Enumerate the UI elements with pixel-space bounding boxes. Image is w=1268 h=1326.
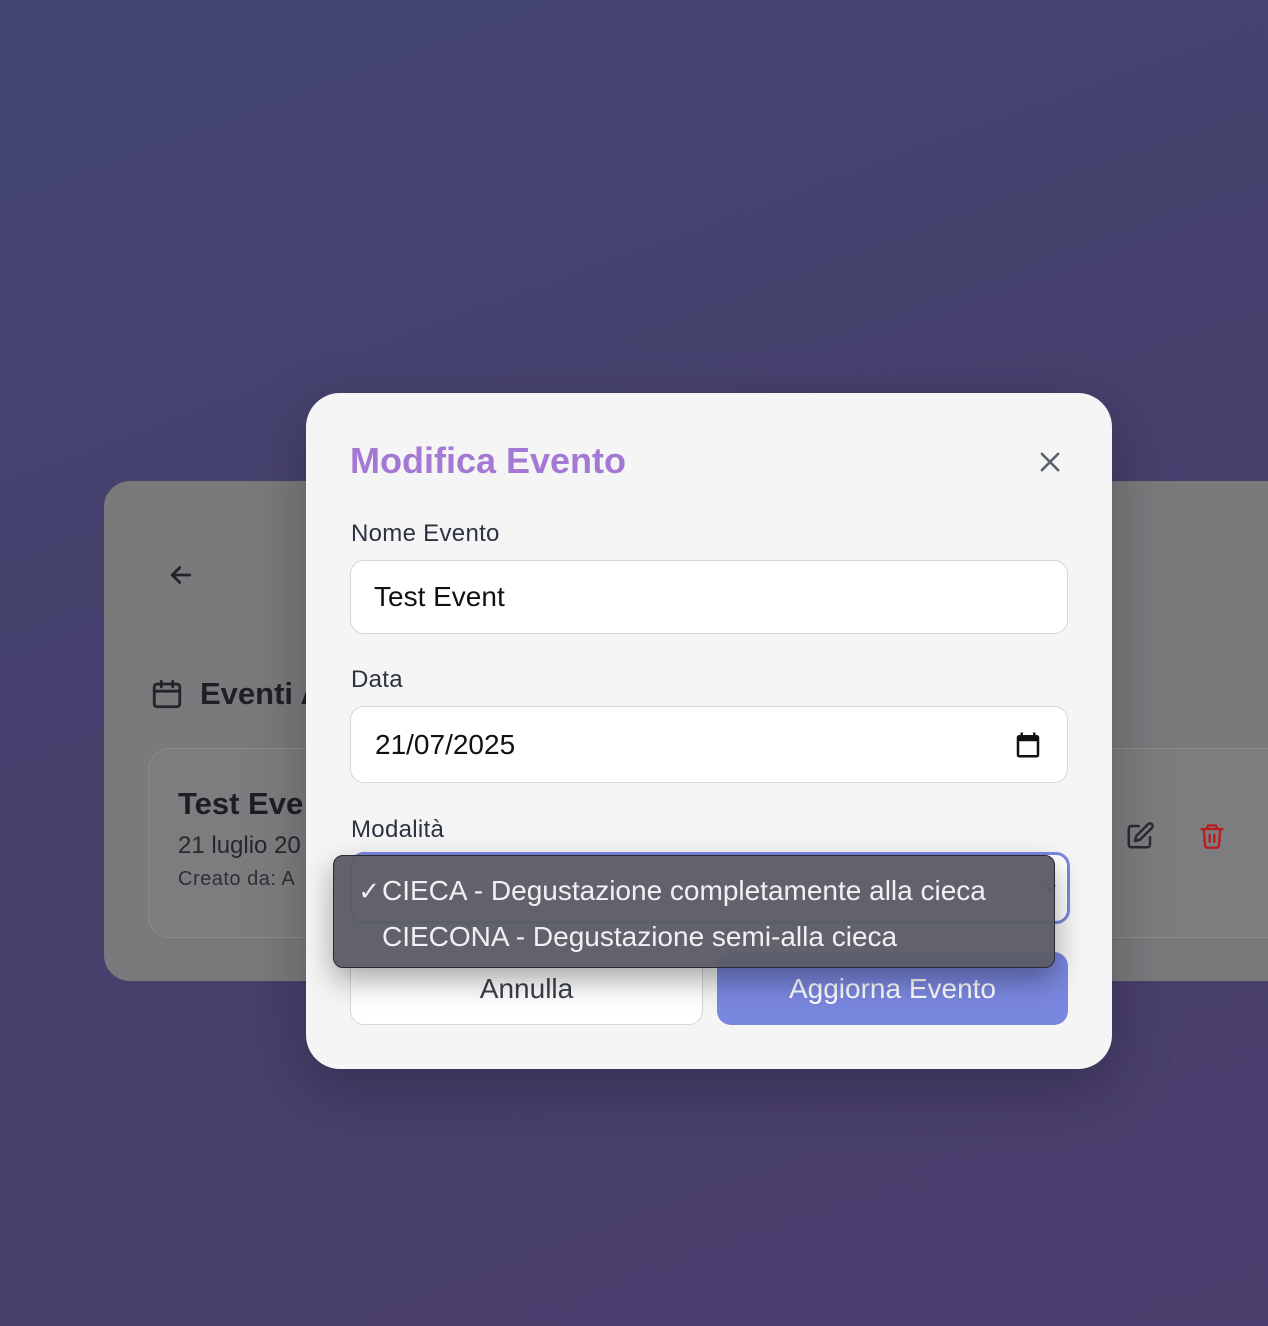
section-header: Eventi A (150, 676, 323, 712)
event-date-value: 21/07/2025 (375, 728, 516, 760)
calendar-icon (1016, 732, 1040, 758)
section-title: Eventi A (200, 676, 323, 711)
event-name-input[interactable]: Test Event (350, 560, 1068, 634)
delete-event-button[interactable] (1196, 820, 1228, 852)
date-label: Data (351, 666, 403, 693)
calendar-icon (152, 679, 182, 709)
date-picker-button[interactable] (1013, 729, 1043, 761)
trash-icon (1200, 824, 1224, 849)
dropdown-option-cieca[interactable]: ✓ CIECA - Degustazione completamente all… (334, 868, 1054, 914)
close-button[interactable] (1030, 442, 1070, 482)
checkmark-icon: ✓ (358, 875, 380, 906)
event-name-value: Test Event (374, 581, 505, 612)
option-label: CIECA - Degustazione completamente alla … (382, 875, 986, 906)
option-label: CIECONA - Degustazione semi-alla cieca (382, 921, 898, 952)
event-date-input[interactable]: 21/07/2025 (350, 706, 1068, 783)
event-creator: Creato da: A (178, 868, 296, 890)
dropdown-option-ciecona[interactable]: CIECONA - Degustazione semi-alla cieca (334, 914, 1054, 960)
arrow-left-icon (170, 566, 192, 584)
back-button[interactable] (164, 558, 198, 592)
modal-title: Modifica Evento (350, 440, 627, 481)
event-date: 21 luglio 20 (178, 832, 301, 859)
edit-icon (1127, 822, 1154, 849)
mode-dropdown-menu: ✓ CIECA - Degustazione completamente all… (333, 855, 1055, 968)
event-title: Test Eve (178, 786, 304, 821)
close-icon (1040, 452, 1060, 472)
name-label: Nome Evento (351, 520, 500, 547)
mode-label: Modalità (351, 816, 445, 843)
edit-event-button[interactable] (1124, 820, 1156, 852)
